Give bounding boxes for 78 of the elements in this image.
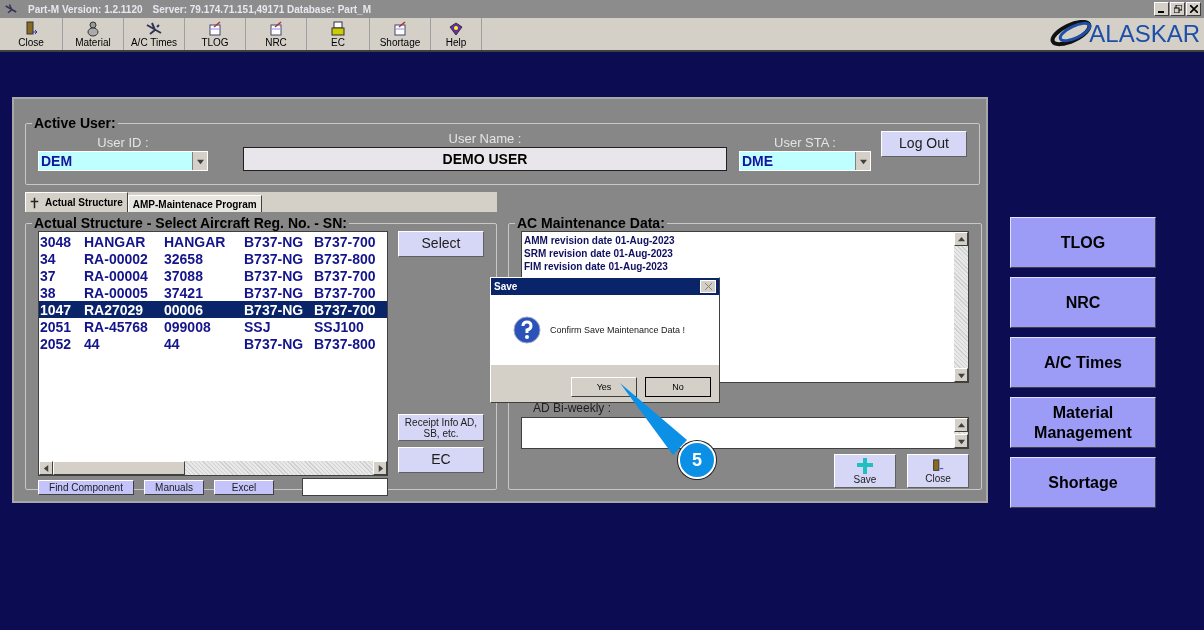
toolbar-button[interactable]: Help	[431, 18, 482, 50]
side-button[interactable]: TLOG	[1010, 217, 1156, 268]
user-name-field: DEMO USER	[243, 147, 727, 171]
tab[interactable]: AMP-Maintenace Program	[127, 195, 262, 212]
tab[interactable]: Actual Structure	[25, 192, 128, 212]
receipt-info-button[interactable]: Receipt Info AD, SB, etc.	[398, 414, 484, 441]
group-title: Active User:	[33, 115, 117, 131]
close-icon	[704, 283, 712, 290]
close-button[interactable]: Close	[907, 454, 969, 488]
close-icon	[1189, 5, 1198, 13]
window-title: Part-M Version: 1.2.1120	[28, 3, 143, 15]
text-line: FIM revision date 01-Aug-2023	[524, 260, 669, 273]
small-button[interactable]: Excel	[214, 479, 274, 495]
door-icon	[931, 458, 945, 473]
arrow-icon	[859, 157, 867, 165]
scroll-bar[interactable]	[954, 418, 968, 448]
question-icon	[513, 316, 541, 344]
minimize-button[interactable]	[1154, 2, 1169, 16]
callout-pointer	[620, 383, 687, 455]
input-field[interactable]	[302, 478, 388, 496]
aircraft-row[interactable]: 34 RA-00002 32658 B737-NG B737-800	[39, 250, 387, 267]
field-label: User STA :	[774, 135, 836, 150]
yes-button[interactable]: Yes	[571, 377, 637, 397]
close-button[interactable]	[1186, 2, 1201, 16]
scroll-bar[interactable]	[954, 232, 968, 382]
aircraft-row[interactable]: 2052 44 44 B737-NG B737-800	[39, 335, 387, 352]
figure-icon	[85, 20, 101, 37]
select-button[interactable]: Select	[398, 231, 484, 257]
dialog-message: Confirm Save Maintenance Data !	[550, 325, 686, 335]
notepad-icon	[207, 20, 223, 37]
plus-icon	[856, 457, 874, 474]
field-label: User ID :	[97, 135, 149, 150]
printer-icon	[330, 20, 346, 37]
toolbar-button[interactable]: NRC	[246, 18, 307, 50]
aircraft-row[interactable]: 38 RA-00005 37421 B737-NG B737-700	[39, 284, 387, 301]
arrow-icon	[196, 157, 204, 165]
aircraft-row[interactable]: 2051 RA-45768 099008 SSJ SSJ100	[39, 318, 387, 335]
field-label: User Name :	[448, 131, 522, 146]
door-icon	[23, 20, 39, 37]
arrow-icon	[957, 235, 965, 243]
toolbar-button[interactable]: A/C Times	[124, 18, 185, 50]
notepad-icon	[268, 20, 284, 37]
restore-icon	[1173, 5, 1182, 13]
text-line: AMM revision date 01-Aug-2023	[524, 234, 676, 247]
text-line: SRM revision date 01-Aug-2023	[524, 247, 674, 260]
aircraft-row[interactable]: 1047 RA27029 00006 B737-NG B737-700	[39, 301, 387, 318]
restore-button[interactable]	[1170, 2, 1185, 16]
toolbar-button[interactable]: Material	[63, 18, 124, 50]
arrow-icon	[42, 464, 50, 472]
ec-button[interactable]: EC	[398, 447, 484, 473]
toolbar-button[interactable]: Close	[0, 18, 63, 50]
group-title: AC Maintenance Data:	[516, 215, 666, 231]
toolbar-button[interactable]: EC	[307, 18, 370, 50]
notepad-icon	[392, 20, 408, 37]
side-button[interactable]: NRC	[1010, 277, 1156, 328]
ad-text-area[interactable]	[521, 417, 969, 449]
arrow-icon	[957, 371, 965, 379]
small-button[interactable]: Manuals	[144, 479, 204, 495]
logo-text: ALASKAR	[1089, 20, 1200, 48]
side-button[interactable]: Shortage	[1010, 457, 1156, 508]
save-button[interactable]: Save	[834, 454, 896, 488]
aircraft-row[interactable]: 3048 HANGAR HANGAR B737-NG B737-700	[39, 233, 387, 250]
user-sta-dropdown[interactable]: DME	[739, 151, 871, 171]
user-id-dropdown[interactable]: DEM	[38, 151, 208, 171]
toolbar-button[interactable]: TLOG	[185, 18, 246, 50]
arrow-icon	[376, 464, 384, 472]
log-out-button[interactable]: Log Out	[881, 131, 967, 157]
scroll-bar[interactable]	[39, 461, 387, 475]
group-title: Actual Structure - Select Aircraft Reg. No. - SN:	[33, 215, 348, 231]
side-button[interactable]: Material Management	[1010, 397, 1156, 448]
field-label: AD Bi-weekly :	[533, 401, 613, 415]
toolbar-button[interactable]: Shortage	[370, 18, 431, 50]
no-button[interactable]: No	[645, 377, 711, 397]
small-button[interactable]: Find Component	[38, 479, 134, 495]
side-button[interactable]: A/C Times	[1010, 337, 1156, 388]
server-info: Server: 79.174.71.151,49171 Database: Part_M	[152, 3, 371, 15]
aircraft-row[interactable]: 37 RA-00004 37088 B737-NG B737-700	[39, 267, 387, 284]
dialog-title: Save	[494, 281, 518, 292]
